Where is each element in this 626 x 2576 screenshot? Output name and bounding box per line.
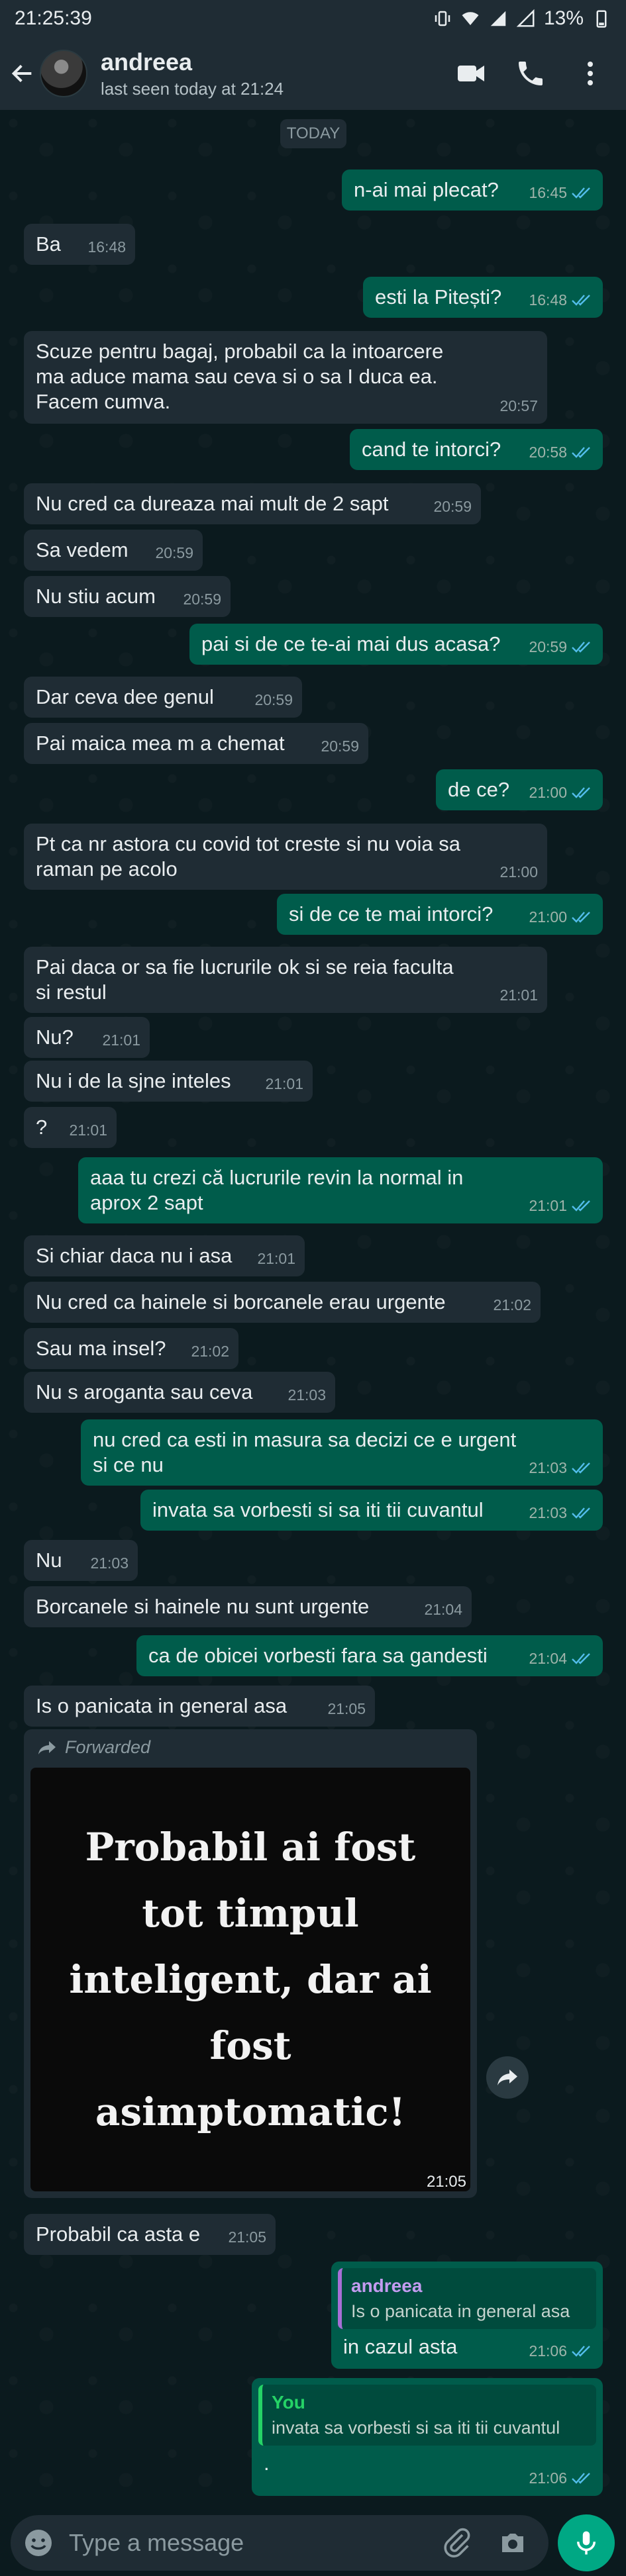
read-ticks-icon (572, 1653, 590, 1664)
battery-percent: 13% (543, 7, 584, 29)
message-input[interactable] (69, 2528, 441, 2557)
read-ticks-icon (572, 1462, 590, 1474)
more-options-icon[interactable] (574, 58, 606, 89)
quoted-author: You (272, 2392, 305, 2412)
read-ticks-icon (572, 2346, 590, 2357)
message-bubble-in[interactable]: Nu s aroganta sau ceva 21:03 (24, 1372, 335, 1413)
message-bubble-in[interactable]: Dar ceva dee genul 20:59 (24, 677, 302, 718)
message-bubble-out[interactable]: de ce? 21:00 (436, 769, 603, 810)
read-ticks-icon (572, 1507, 590, 1519)
vibrate-icon (435, 11, 450, 26)
microphone-icon (577, 2531, 596, 2554)
message-bubble-in[interactable]: Nu 21:03 (24, 1540, 138, 1581)
message-list[interactable]: TODAY n-ai mai plecat? 16:45 Ba 16:48 es… (0, 110, 626, 2509)
signal-icon-2 (516, 9, 535, 27)
read-ticks-icon (572, 295, 590, 306)
contact-name: andreea (101, 48, 193, 75)
message-bubble-in[interactable]: Ba 16:48 (24, 224, 135, 265)
message-input-box[interactable] (11, 2514, 548, 2571)
message-bubble-in[interactable]: Nu cred ca hainele si borcanele erau urg… (24, 1282, 541, 1323)
whatsapp-chat-screen: 21:25:39 13% andreea last seen today at … (0, 0, 626, 2576)
message-bubble-in[interactable]: Probabil ca asta e 21:05 (24, 2214, 276, 2255)
message-bubble-out[interactable]: esti la Pitești? 16:48 (363, 277, 603, 318)
message-bubble-in[interactable]: ? 21:01 (24, 1107, 117, 1148)
forwarded-label: Forwarded (65, 1737, 151, 1757)
reply-message-bubble[interactable]: You invata sa vorbesti si sa iti tii cuv… (252, 2378, 603, 2496)
contact-info[interactable]: andreea last seen today at 21:24 (101, 48, 455, 99)
voice-call-icon[interactable] (515, 58, 547, 89)
back-arrow-icon[interactable] (9, 60, 36, 87)
share-arrow-icon (497, 2070, 517, 2085)
message-bubble-in[interactable]: Pai daca or sa fie lucrurile ok si se re… (24, 947, 547, 1013)
forward-icon (38, 1741, 56, 1754)
wifi-icon (462, 12, 479, 25)
chat-header: andreea last seen today at 21:24 (0, 37, 626, 110)
quoted-text: invata sa vorbesti si sa iti tii cuvantu… (272, 2418, 560, 2438)
message-bubble-in[interactable]: Si chiar daca nu i asa 21:01 (24, 1235, 305, 1276)
status-bar: 21:25:39 13% (0, 0, 626, 37)
battery-icon (596, 10, 607, 28)
message-bubble-out[interactable]: invata sa vorbesti si sa iti tii cuvantu… (140, 1490, 603, 1531)
attach-icon[interactable] (441, 2527, 473, 2559)
share-button[interactable] (486, 2056, 529, 2099)
quoted-message[interactable]: You invata sa vorbesti si sa iti tii cuv… (258, 2385, 596, 2446)
forwarded-image[interactable]: Probabil ai fost tot timpul inteligent, … (30, 1768, 470, 2191)
signal-icon (490, 11, 506, 26)
message-composer (0, 2509, 626, 2576)
avatar[interactable] (40, 50, 87, 97)
status-time: 21:25:39 (15, 7, 92, 29)
last-seen: last seen today at 21:24 (101, 78, 284, 99)
read-ticks-icon (572, 787, 590, 798)
message-bubble-out[interactable]: pai si de ce te-ai mai dus acasa? 20:59 (189, 624, 603, 665)
message-bubble-in[interactable]: Scuze pentru bagaj, probabil ca la intoa… (24, 331, 547, 424)
message-bubble-in[interactable]: Nu i de la sjne inteles 21:01 (24, 1061, 313, 1102)
emoji-icon[interactable] (23, 2527, 54, 2559)
message-bubble-in[interactable]: Is o panicata in general asa 21:05 (24, 1686, 375, 1727)
message-bubble-in[interactable]: Nu? 21:01 (24, 1017, 150, 1058)
voice-record-button[interactable] (558, 2514, 615, 2571)
message-time: 21:05 (426, 2173, 466, 2191)
quoted-author: andreea (351, 2275, 423, 2296)
message-bubble-out[interactable]: n-ai mai plecat? 16:45 (342, 169, 603, 211)
read-ticks-icon (572, 187, 590, 199)
camera-icon[interactable] (497, 2527, 529, 2559)
message-bubble-out[interactable]: aaa tu crezi că lucrurile revin la norma… (78, 1157, 603, 1223)
reply-message-bubble[interactable]: andreea Is o panicata in general asa in … (331, 2262, 603, 2369)
video-call-icon[interactable] (455, 58, 487, 89)
message-bubble-out[interactable]: cand te intorci? 20:58 (350, 429, 603, 470)
message-bubble-in[interactable]: Nu stiu acum 20:59 (24, 576, 231, 617)
message-bubble-in[interactable]: Borcanele si hainele nu sunt urgente 21:… (24, 1586, 472, 1627)
read-ticks-icon (572, 447, 590, 458)
read-ticks-icon (572, 2473, 590, 2484)
read-ticks-icon (572, 642, 590, 653)
message-bubble-out[interactable]: nu cred ca esti in masura sa decizi ce e… (81, 1419, 603, 1486)
quoted-text: Is o panicata in general asa (351, 2301, 570, 2321)
message-bubble-in[interactable]: Sau ma insel? 21:02 (24, 1328, 238, 1369)
message-bubble-in[interactable]: Pai maica mea m a chemat 20:59 (24, 723, 368, 764)
forwarded-image-message[interactable]: Forwarded Probabil ai fost tot timpul in… (24, 1729, 477, 2198)
message-bubble-in[interactable]: Pt ca nr astora cu covid tot creste si n… (24, 824, 547, 890)
read-ticks-icon (572, 1200, 590, 1212)
message-bubble-out[interactable]: si de ce te mai intorci? 21:00 (277, 894, 603, 935)
date-chip: TODAY (280, 119, 346, 148)
message-bubble-in[interactable]: Nu cred ca dureaza mai mult de 2 sapt 20… (24, 483, 481, 524)
message-bubble-in[interactable]: Sa vedem 20:59 (24, 530, 203, 571)
image-caption-text: Probabil ai fost tot timpul inteligent, … (69, 1825, 432, 2134)
quoted-message[interactable]: andreea Is o panicata in general asa (338, 2268, 596, 2329)
read-ticks-icon (572, 912, 590, 923)
message-bubble-out[interactable]: ca de obicei vorbesti fara sa gandesti 2… (136, 1635, 603, 1676)
